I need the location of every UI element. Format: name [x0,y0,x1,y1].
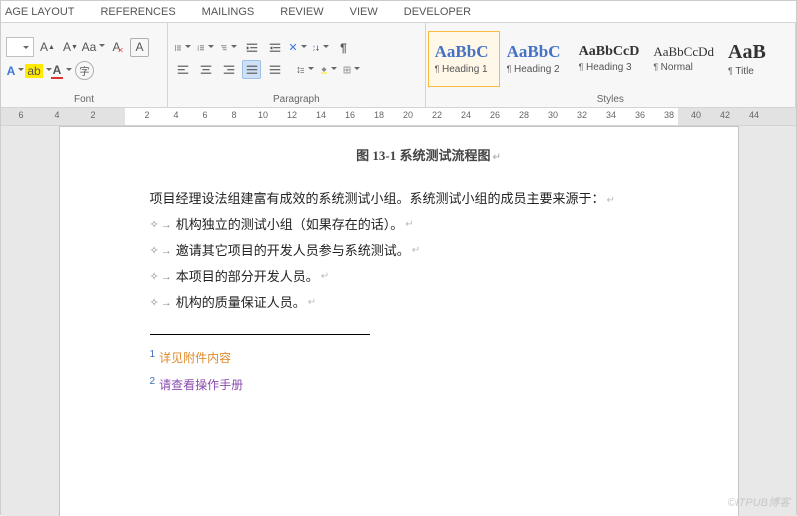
ruler-tick: 42 [720,110,730,120]
ruler-tick: 20 [403,110,413,120]
tab-references[interactable]: REFERENCES [100,6,175,18]
distributed-button[interactable] [265,60,284,79]
numbering-button[interactable]: 123 [196,38,215,57]
ruler-tick: 24 [461,110,471,120]
ruler-tick: 16 [345,110,355,120]
ruler-tick: 18 [374,110,384,120]
style-sample: AaBbCcDd [653,44,714,60]
style-heading-1[interactable]: AaBbC Heading 1 [428,31,500,87]
group-paragraph: 123 ✕ AZ ¶ [168,23,426,107]
asian-layout-button[interactable]: ✕ [288,38,307,57]
horizontal-ruler[interactable]: 642 2468101214161820222426283032343638 4… [1,108,796,126]
text-effects-button[interactable]: A [6,61,25,80]
group-styles: AaBbC Heading 1 AaBbC Heading 2 AaBbCcD Headi… [426,23,796,107]
align-right-button[interactable] [219,60,238,79]
ruler-tick: 38 [664,110,674,120]
page[interactable]: 图 13-1 系统测试流程图 项目经理设法组建富有成效的系统测试小组。系统测试小… [59,126,739,516]
decrease-indent-button[interactable] [242,38,261,57]
style-name: Heading 2 [507,64,560,75]
style-normal[interactable]: AaBbCcDd Normal [646,31,721,87]
paragraph-lead[interactable]: 项目经理设法组建富有成效的系统测试小组。系统测试小组的成员主要来源于： [150,186,708,212]
multilevel-list-button[interactable] [219,38,238,57]
highlight-button[interactable]: ab [29,61,48,80]
bullets-button[interactable] [173,38,192,57]
svg-text:Z: Z [313,48,315,52]
style-heading-2[interactable]: AaBbC Heading 2 [500,31,572,87]
style-name: Heading 3 [579,62,632,73]
borders-button[interactable] [342,60,361,79]
increase-indent-button[interactable] [265,38,284,57]
svg-text:3: 3 [198,49,200,52]
style-name: Heading 1 [435,64,488,75]
ruler-tick: 6 [18,110,23,120]
style-name: Normal [653,62,693,73]
ruler-tick: 10 [258,110,268,120]
group-label-font: Font [1,94,167,107]
sort-button[interactable]: AZ [311,38,330,57]
ribbon: A▲ A▼ Aa A✕ A A ab A 字 Font [1,23,796,108]
ruler-tick: 6 [202,110,207,120]
ruler-tick: 26 [490,110,500,120]
style-sample: AaBbC [435,42,489,62]
ruler-tick: 2 [144,110,149,120]
bullet-item[interactable]: 机构独立的测试小组（如果存在的话）。 [150,212,708,238]
shrink-font-button[interactable]: A▼ [61,38,80,57]
enclose-characters-button[interactable]: 字 [75,61,94,80]
style-sample: AaB [728,41,766,64]
ruler-tick: 28 [519,110,529,120]
ruler-tick: 44 [749,110,759,120]
footnote[interactable]: 2请查看操作手册 [150,376,708,393]
style-sample: AaBbCcD [579,44,640,60]
ruler-tick: 34 [606,110,616,120]
ruler-tick: 14 [316,110,326,120]
group-label-styles: Styles [426,94,795,107]
ruler-tick: 4 [173,110,178,120]
change-case-button[interactable]: Aa [84,38,103,57]
tab-page-layout[interactable]: AGE LAYOUT [5,6,74,18]
align-center-button[interactable] [196,60,215,79]
style-name: Title [728,66,754,77]
style-gallery[interactable]: AaBbC Heading 1 AaBbC Heading 2 AaBbCcD Headi… [428,31,793,87]
footnote-separator [150,334,370,335]
tab-mailings[interactable]: MAILINGS [202,6,255,18]
tab-developer[interactable]: DEVELOPER [404,6,471,18]
watermark: ©ITPUB博客 [728,494,791,510]
ruler-tick: 8 [231,110,236,120]
style-heading-3[interactable]: AaBbCcD Heading 3 [572,31,647,87]
ruler-tick: 12 [287,110,297,120]
ruler-tick: 30 [548,110,558,120]
menu-bar: AGE LAYOUT REFERENCES MAILINGS REVIEW VI… [1,1,796,23]
show-hide-button[interactable]: ¶ [334,38,353,57]
document-area: 图 13-1 系统测试流程图 项目经理设法组建富有成效的系统测试小组。系统测试小… [1,126,796,516]
style-sample: AaBbC [507,42,561,62]
style-title[interactable]: AaB Title [721,31,793,87]
ruler-tick: 22 [432,110,442,120]
bullet-item[interactable]: 机构的质量保证人员。 [150,290,708,316]
tab-review[interactable]: REVIEW [280,6,323,18]
grow-font-button[interactable]: A▲ [38,38,57,57]
bullet-item[interactable]: 本项目的部分开发人员。 [150,264,708,290]
footnote[interactable]: 1详见附件内容 [150,349,708,366]
group-font: A▲ A▼ Aa A✕ A A ab A 字 Font [1,23,168,107]
tab-view[interactable]: VIEW [350,6,378,18]
ruler-tick: 32 [577,110,587,120]
clear-formatting-button[interactable]: A✕ [107,38,126,57]
font-color-button[interactable]: A [52,61,71,80]
figure-title[interactable]: 图 13-1 系统测试流程图 [150,145,708,164]
character-border-button[interactable]: A [130,38,149,57]
ruler-tick: 40 [691,110,701,120]
ruler-tick: 36 [635,110,645,120]
bullet-item[interactable]: 邀请其它项目的开发人员参与系统测试。 [150,238,708,264]
ruler-tick: 2 [90,110,95,120]
shading-button[interactable] [319,60,338,79]
line-spacing-button[interactable] [296,60,315,79]
font-size-combo[interactable] [6,37,34,57]
ruler-tick: 4 [54,110,59,120]
justify-button[interactable] [242,60,261,79]
align-left-button[interactable] [173,60,192,79]
group-label-paragraph: Paragraph [168,94,425,107]
